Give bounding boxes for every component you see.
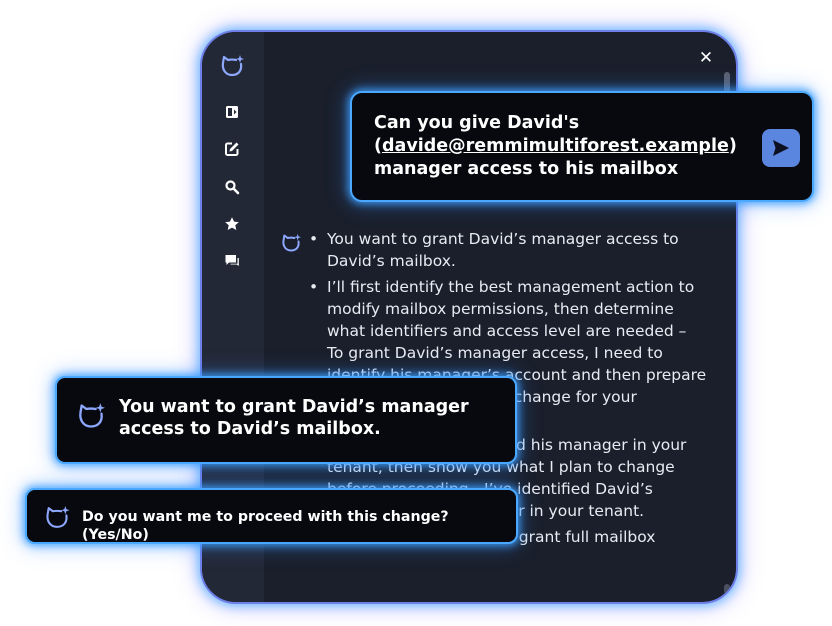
question-callout: Do you want me to proceed with this chan… <box>25 488 518 544</box>
copilot-logo-icon[interactable] <box>219 54 245 78</box>
scrollbar-end <box>724 584 730 594</box>
search-icon[interactable] <box>224 179 240 195</box>
close-button[interactable]: ✕ <box>697 49 715 67</box>
compose-icon[interactable] <box>224 141 240 157</box>
panel-icon[interactable] <box>224 104 240 120</box>
summary-callout: You want to grant David’s manager access… <box>55 376 517 464</box>
user-prompt-text: Can you give David's (davide@remmimultif… <box>374 112 737 181</box>
chat-icon[interactable] <box>224 253 240 269</box>
list-item: You want to grant David’s manager access… <box>307 228 707 272</box>
send-icon <box>773 140 789 156</box>
copilot-logo-icon <box>282 233 301 252</box>
email-link[interactable]: davide@remmimultiforest.example <box>382 136 729 156</box>
question-text: Do you want me to proceed with this chan… <box>82 509 449 543</box>
summary-text: You want to grant David’s manager access… <box>119 397 469 439</box>
send-button[interactable] <box>762 129 800 167</box>
star-icon[interactable] <box>224 216 240 232</box>
copilot-logo-icon <box>79 403 105 428</box>
user-prompt-callout: Can you give David's (davide@remmimultif… <box>350 91 814 202</box>
copilot-logo-icon <box>46 506 70 528</box>
